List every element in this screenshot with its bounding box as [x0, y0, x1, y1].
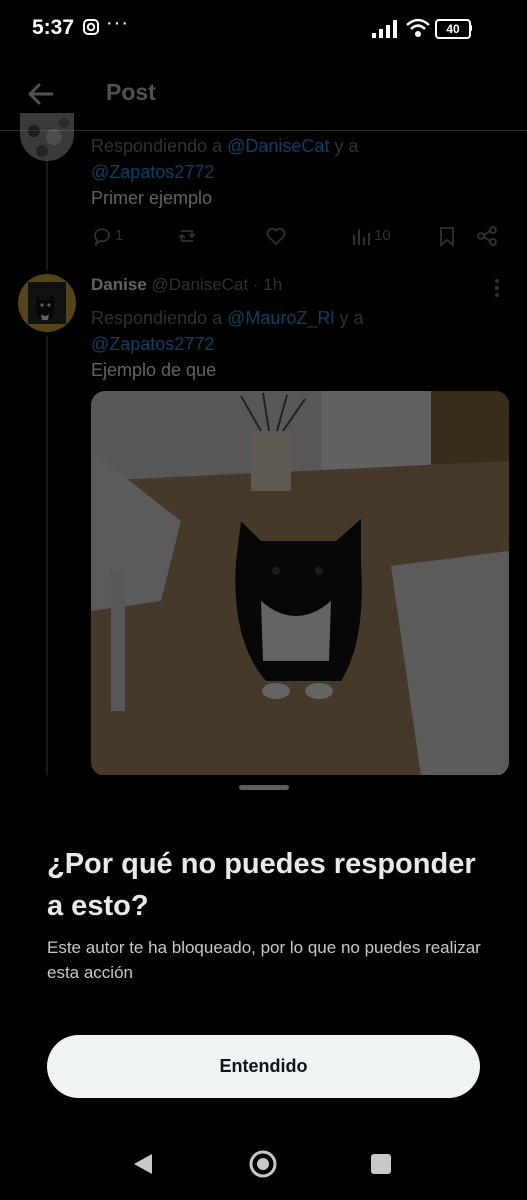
views-button[interactable]: 10	[350, 225, 391, 247]
more-options-icon[interactable]	[490, 277, 504, 299]
sheet-drag-handle[interactable]	[239, 785, 289, 790]
mention-link[interactable]: @DaniseCat	[227, 136, 329, 156]
tweet-header: Danise @DaniseCat · 1h	[91, 275, 282, 295]
views-icon	[353, 229, 370, 245]
reply-count: 1	[115, 227, 124, 244]
like-button[interactable]	[265, 225, 287, 247]
instagram-icon	[83, 19, 99, 35]
repost-icon	[178, 230, 196, 242]
bookmark-button[interactable]	[436, 225, 458, 247]
thread-line	[46, 160, 48, 270]
cat-photo	[91, 391, 509, 776]
tweet-text: Ejemplo de que	[91, 360, 217, 380]
reply-to-line: Respondiendo a @MauroZ_Rl y a @Zapatos27…	[91, 305, 491, 357]
more-notifications-icon: ···	[106, 12, 129, 34]
nav-back-icon[interactable]	[132, 1152, 154, 1176]
avatar[interactable]	[18, 274, 76, 332]
tweet-text: Primer ejemplo	[91, 188, 213, 208]
share-button[interactable]	[476, 225, 498, 247]
page-title: Post	[106, 79, 156, 105]
battery-tip	[469, 25, 472, 31]
share-icon	[477, 226, 497, 246]
thread-line	[46, 336, 48, 776]
reply-button[interactable]: 1	[91, 225, 123, 247]
system-nav-bar	[0, 1130, 527, 1200]
nav-recents-icon[interactable]	[371, 1154, 391, 1174]
mention-link[interactable]: @MauroZ_Rl	[227, 308, 334, 328]
understood-button[interactable]: Entendido	[47, 1035, 480, 1098]
repost-button[interactable]	[176, 225, 198, 247]
sheet-description: Este autor te ha bloqueado, por lo que n…	[47, 938, 481, 982]
wifi-icon	[406, 18, 430, 37]
reply-prefix: Respondiendo a	[91, 308, 223, 328]
reply-prefix: Respondiendo a	[91, 136, 223, 156]
status-bar: 5:37 ··· 40	[0, 0, 527, 60]
battery-icon: 40	[435, 19, 471, 39]
bookmark-icon	[440, 227, 454, 247]
tweet-time: · 1h	[252, 275, 283, 294]
signal-icon	[372, 20, 397, 38]
reply-connector: y a	[339, 308, 364, 328]
mention-link[interactable]: @Zapatos2772	[91, 334, 214, 354]
top-header: Post	[0, 60, 527, 131]
arrow-left-icon[interactable]	[24, 77, 58, 111]
avatar[interactable]	[20, 113, 74, 161]
reply-connector: y a	[334, 136, 359, 156]
nav-home-icon[interactable]	[249, 1150, 277, 1178]
reply-to-line: Respondiendo a @DaniseCat y a @Zapatos27…	[91, 133, 491, 185]
views-count: 10	[374, 227, 391, 244]
author-name[interactable]: Danise	[91, 275, 147, 294]
mention-link[interactable]: @Zapatos2772	[91, 162, 214, 182]
tweet-media[interactable]	[91, 391, 509, 776]
sheet-title: ¿Por qué no puedes responder a esto?	[47, 848, 476, 922]
heart-icon	[266, 227, 286, 246]
author-handle[interactable]: @DaniseCat	[151, 275, 248, 294]
reply-icon	[94, 228, 110, 247]
status-time: 5:37	[32, 16, 75, 39]
